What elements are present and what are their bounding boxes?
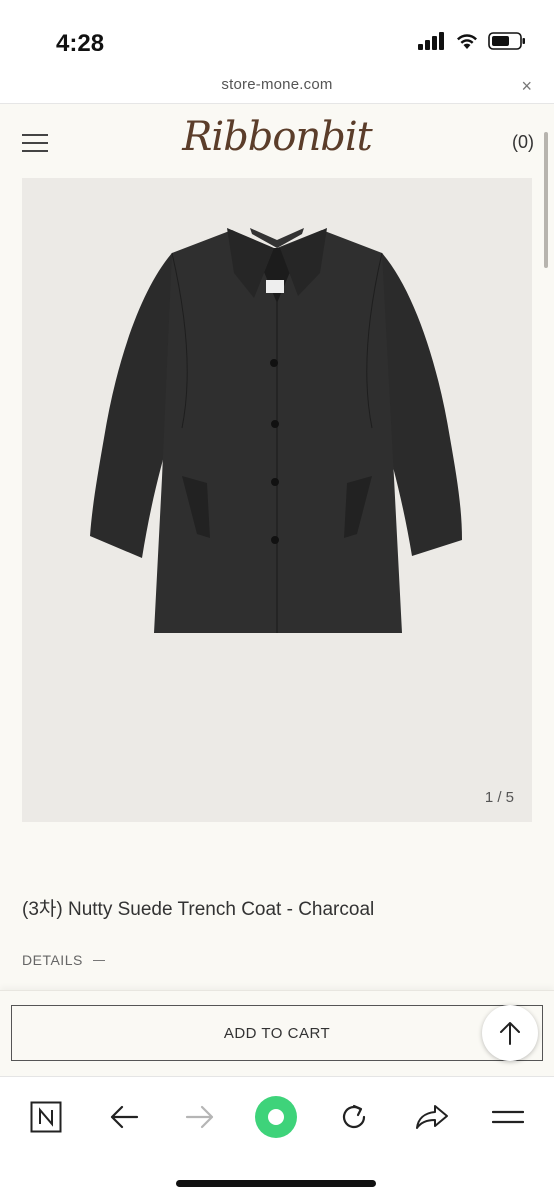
arrow-up-icon <box>500 1022 520 1045</box>
green-dot-icon <box>255 1096 297 1138</box>
naver-home-button[interactable] <box>24 1095 68 1139</box>
scroll-to-top-button[interactable] <box>482 1005 538 1061</box>
cellular-signal-icon <box>418 32 444 50</box>
scrollbar[interactable] <box>544 132 548 268</box>
forward-button[interactable] <box>178 1095 222 1139</box>
back-arrow-icon <box>110 1105 139 1129</box>
naver-n-icon <box>30 1101 62 1133</box>
status-time: 4:28 <box>56 30 105 57</box>
product-title: (3차) Nutty Suede Trench Coat - Charcoal <box>22 899 375 920</box>
details-toggle[interactable]: DETAILS <box>22 952 105 968</box>
menu-icon <box>492 1110 524 1124</box>
back-button[interactable] <box>102 1095 146 1139</box>
product-image-carousel[interactable]: 1 / 5 <box>22 178 532 822</box>
share-icon <box>416 1105 448 1129</box>
add-to-cart-bar: ADD TO CART <box>0 990 554 1076</box>
cart-count[interactable]: (0) <box>512 132 534 153</box>
image-counter: 1 / 5 <box>484 789 514 806</box>
green-dot-button[interactable] <box>254 1095 298 1139</box>
forward-arrow-icon <box>185 1105 214 1129</box>
reload-icon <box>342 1104 366 1129</box>
close-icon[interactable]: × <box>521 76 532 97</box>
home-indicator[interactable] <box>176 1180 376 1187</box>
details-label: DETAILS <box>22 952 83 968</box>
add-to-cart-button[interactable]: ADD TO CART <box>11 1005 543 1061</box>
url-text[interactable]: store-mone.com <box>0 76 554 93</box>
browser-menu-button[interactable] <box>486 1095 530 1139</box>
battery-icon <box>488 32 525 50</box>
reload-button[interactable] <box>332 1095 376 1139</box>
site-logo[interactable]: Ribbonbit <box>0 114 554 160</box>
wifi-icon <box>457 34 477 49</box>
status-bar: 4:28 <box>0 0 554 70</box>
site-header: Ribbonbit (0) <box>0 104 554 178</box>
coat-image <box>90 228 462 633</box>
url-bar[interactable]: store-mone.com × <box>0 70 554 104</box>
collapse-dash-icon <box>92 959 105 961</box>
share-button[interactable] <box>410 1095 454 1139</box>
status-icons <box>418 32 526 50</box>
browser-toolbar <box>0 1076 554 1200</box>
